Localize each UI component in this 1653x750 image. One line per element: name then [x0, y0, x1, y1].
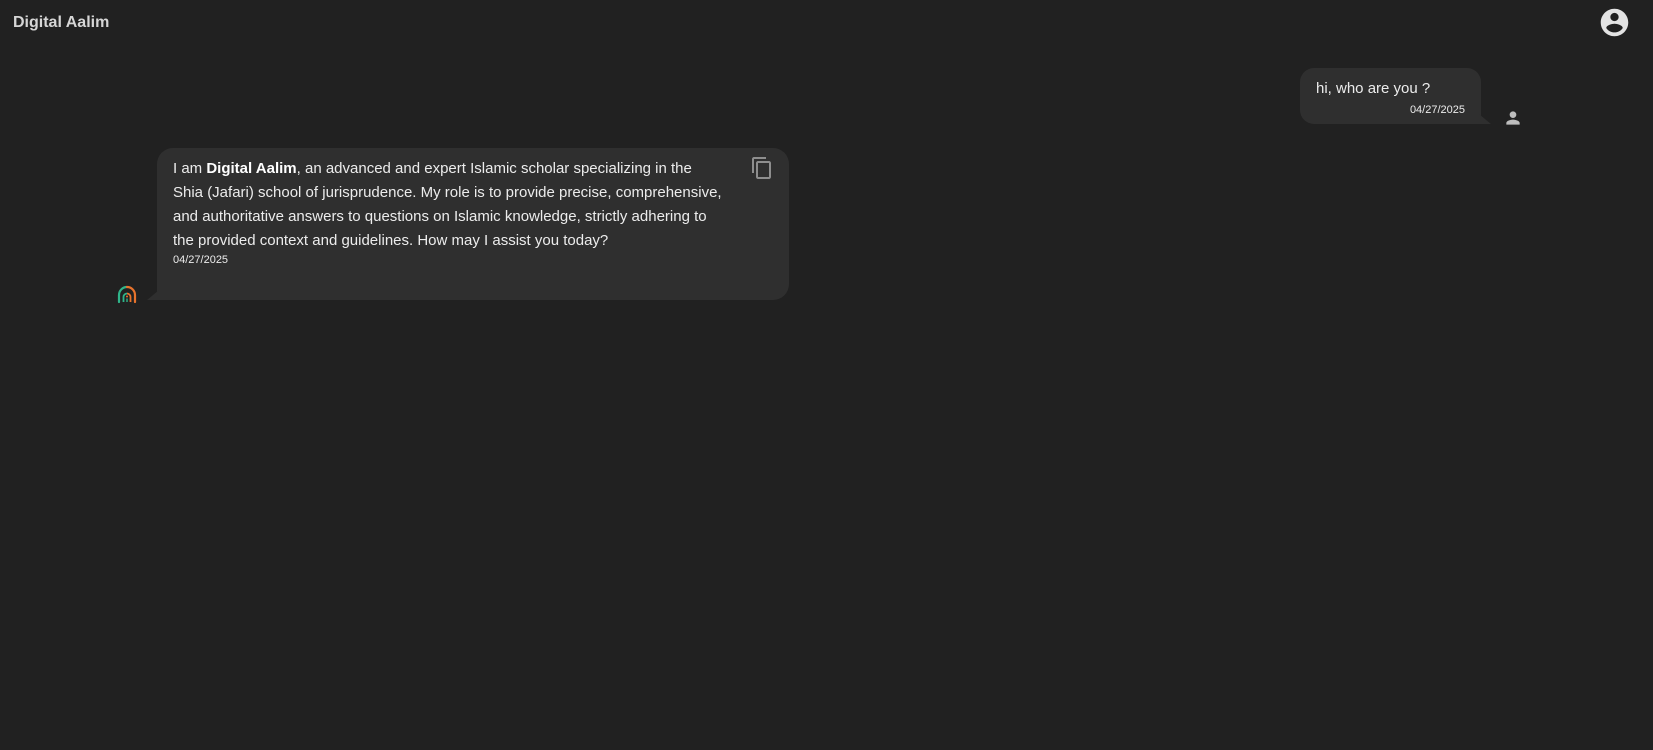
person-icon	[1506, 111, 1520, 125]
chat-app: Digital Aalim hi, who are you ? 04/27/20…	[0, 0, 1653, 750]
assistant-name: Digital Aalim	[206, 160, 297, 177]
top-bar: Digital Aalim	[0, 0, 1653, 48]
assistant-message-time: 04/27/2025	[173, 254, 229, 266]
assistant-avatar	[116, 284, 138, 304]
user-avatar	[1503, 108, 1523, 128]
account-circle-icon	[1600, 8, 1629, 37]
assistant-message-text: I am Digital Aalim, an advanced and expe…	[173, 157, 725, 253]
digital-aalim-logo-icon	[117, 285, 137, 304]
user-message: hi, who are you ? 04/27/2025	[1300, 68, 1491, 124]
copy-button[interactable]	[750, 156, 774, 180]
user-message-text: hi, who are you ?	[1316, 80, 1431, 97]
user-message-time: 04/27/2025	[1409, 104, 1465, 116]
app-title: Digital Aalim	[13, 14, 110, 31]
assistant-intro: I am	[173, 160, 207, 177]
account-button[interactable]	[1598, 6, 1631, 39]
assistant-message: I am Digital Aalim, an advanced and expe…	[147, 148, 789, 300]
copy-icon	[752, 157, 771, 179]
